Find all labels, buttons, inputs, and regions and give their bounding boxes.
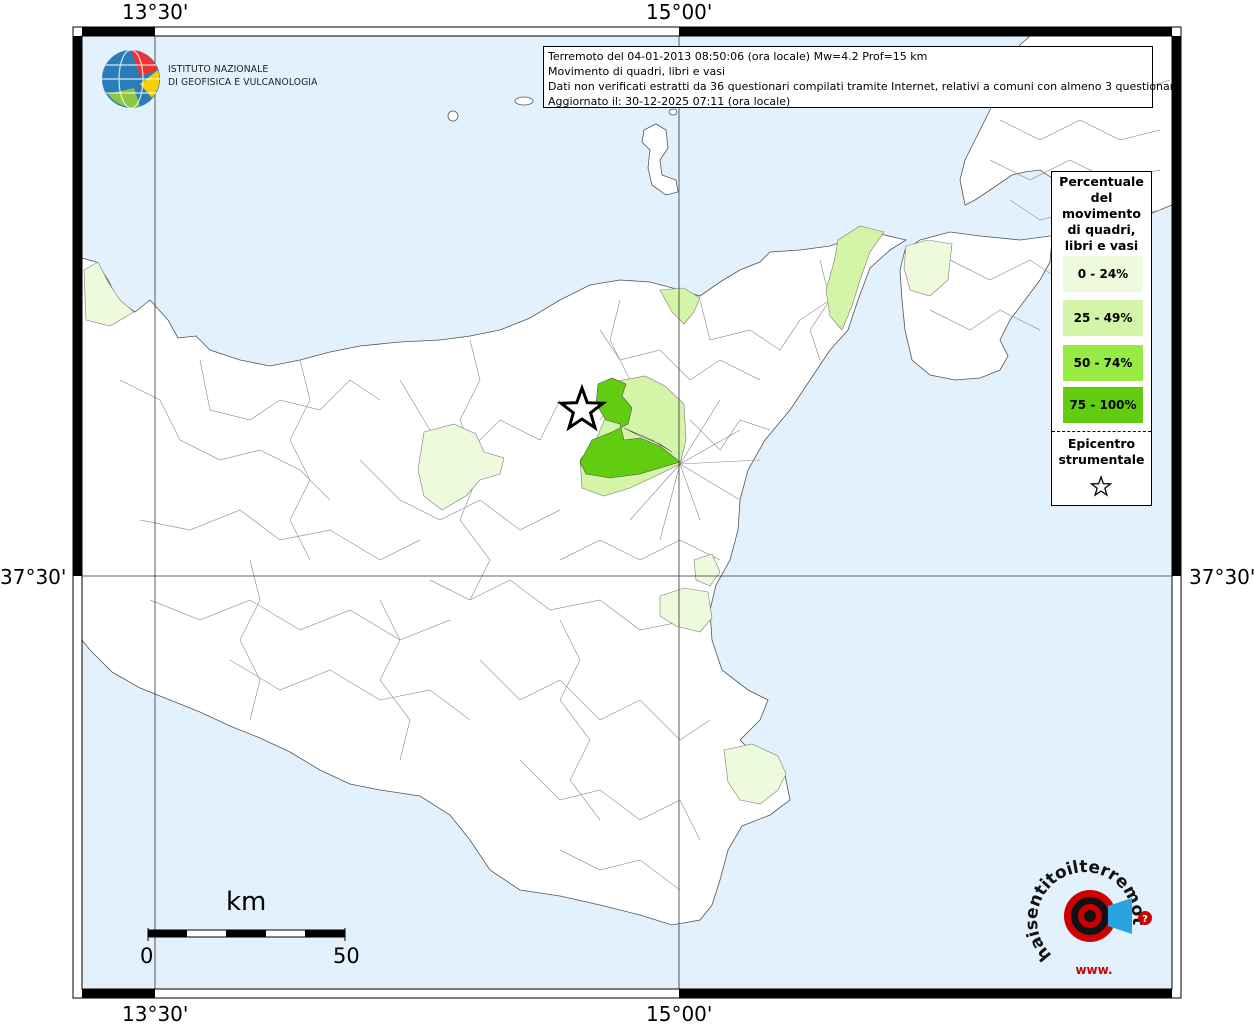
- star-icon: [1089, 475, 1113, 497]
- info-line-updated: Aggiornato il: 30-12-2025 07:11 (ora loc…: [548, 95, 791, 108]
- ingv-name: ISTITUTO NAZIONALE DI GEOFISICA E VULCAN…: [168, 63, 318, 89]
- hst-logo-prefix: www.: [1075, 963, 1112, 977]
- legend-epicenter-label: Epicentro strumentale: [1052, 436, 1151, 468]
- legend-epicenter-line: Epicentro: [1067, 436, 1136, 451]
- earthquake-info-box: Terremoto del 04-01-2013 08:50:06 (ora l…: [543, 46, 1181, 108]
- island: [668, 108, 678, 116]
- lat-label-left: 37°30': [0, 565, 67, 589]
- ingv-globe-icon: [102, 49, 160, 109]
- island: [514, 96, 534, 106]
- legend-class-50-74: 50 - 74%: [1063, 345, 1143, 381]
- scale-max: 50: [333, 944, 360, 968]
- legend-class-0-24: 0 - 24%: [1063, 256, 1143, 292]
- lon-label-top-left: 13°30': [122, 0, 189, 24]
- island: [447, 110, 459, 122]
- legend-epicenter-line: strumentale: [1058, 452, 1145, 467]
- legend-title-line: libri e vasi: [1064, 238, 1139, 253]
- scale-min: 0: [140, 944, 154, 968]
- legend-title-line: Percentuale: [1059, 174, 1144, 189]
- legend: Percentuale del movimento di quadri, lib…: [1051, 171, 1152, 506]
- scale-unit: km: [226, 887, 267, 917]
- svg-text:?: ?: [1142, 914, 1148, 925]
- hst-logo-icon[interactable]: haisentitoilterremoto.it www. ?: [1024, 860, 1164, 980]
- legend-class-25-49: 25 - 49%: [1063, 300, 1143, 336]
- lat-label-right: 37°30': [1189, 565, 1254, 589]
- legend-title-line: del: [1090, 190, 1113, 205]
- ingv-line1: ISTITUTO NAZIONALE: [168, 64, 269, 75]
- info-line-source: Dati non verificati estratti da 36 quest…: [548, 80, 1181, 93]
- lon-label-top-center: 15°00': [646, 0, 713, 24]
- legend-title: Percentuale del movimento di quadri, lib…: [1052, 174, 1151, 254]
- lon-label-bottom-center: 15°00': [646, 1002, 713, 1026]
- legend-class-75-100: 75 - 100%: [1063, 387, 1143, 423]
- lon-label-bottom-left: 13°30': [122, 1002, 189, 1026]
- legend-divider: [1052, 431, 1151, 432]
- legend-title-line: movimento: [1061, 206, 1141, 221]
- ingv-line2: DI GEOFISICA E VULCANOLOGIA: [168, 77, 318, 88]
- legend-title-line: di quadri,: [1067, 222, 1136, 237]
- info-line-effect: Movimento di quadri, libri e vasi: [548, 65, 726, 78]
- info-line-event: Terremoto del 04-01-2013 08:50:06 (ora l…: [548, 50, 928, 63]
